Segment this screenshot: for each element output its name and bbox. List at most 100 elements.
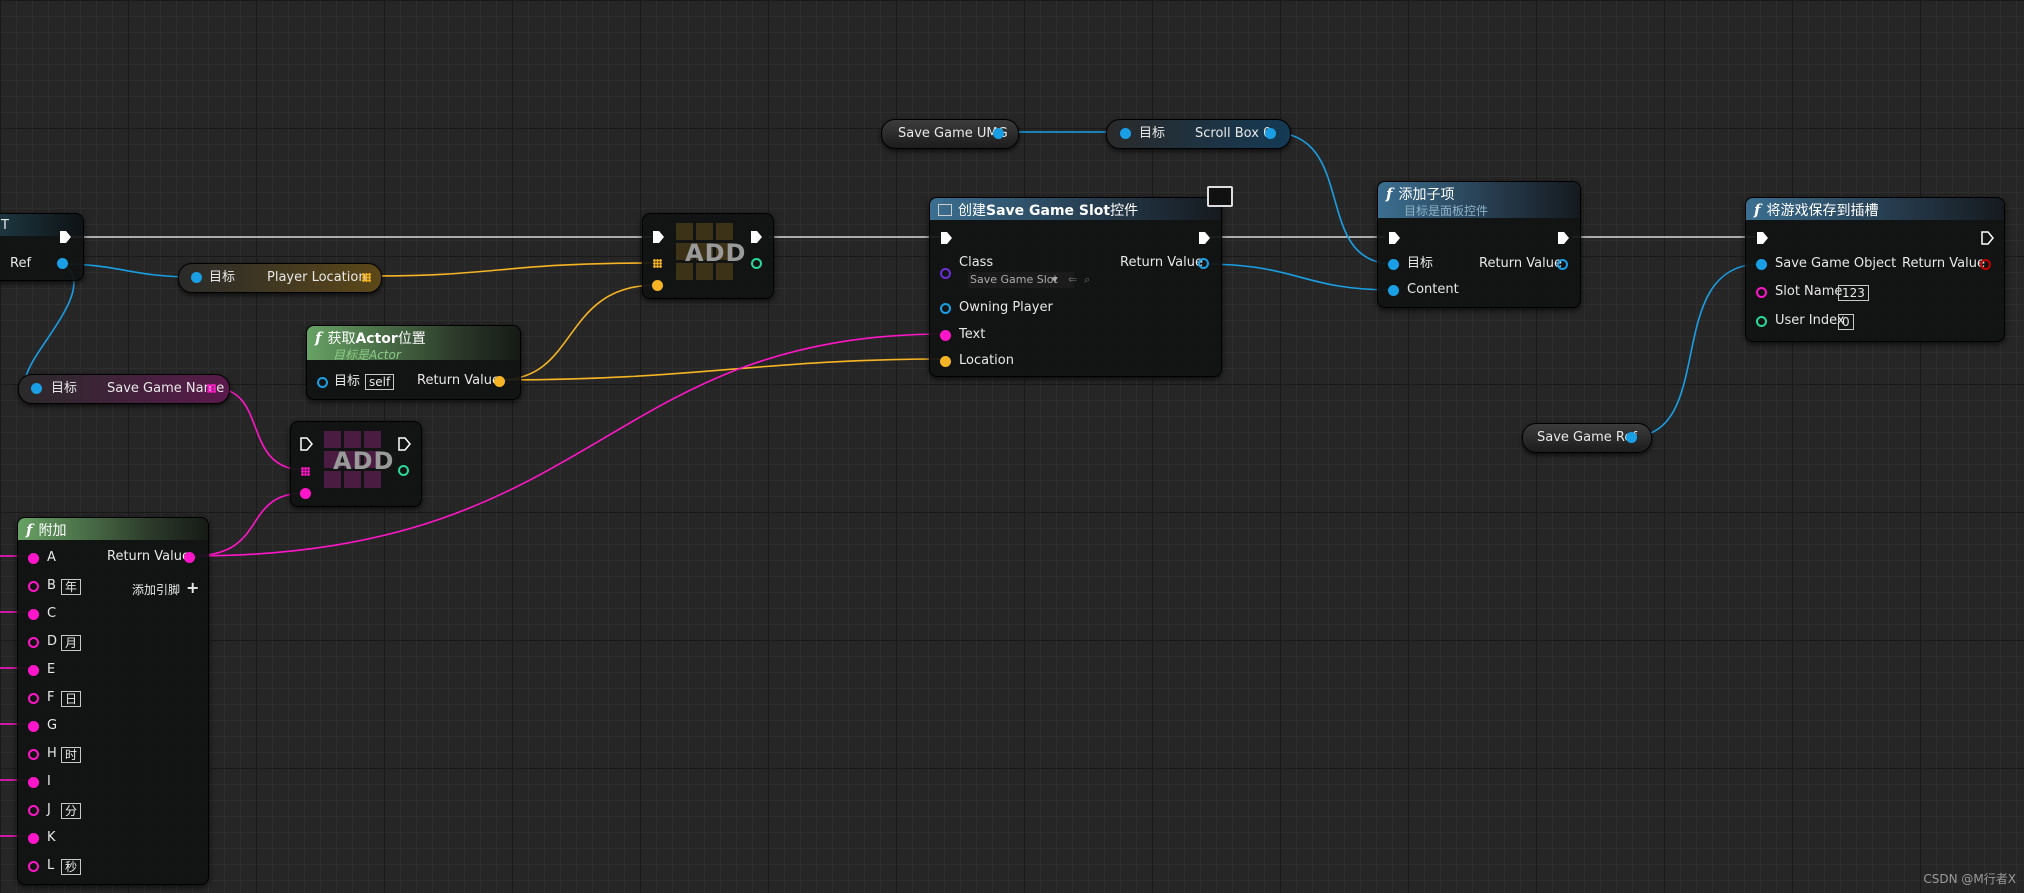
vector-array-pin[interactable] bbox=[362, 273, 371, 282]
int-out-pin[interactable] bbox=[751, 258, 762, 269]
append-in-pin[interactable] bbox=[28, 693, 39, 704]
append-pin-value[interactable]: 月 bbox=[61, 635, 82, 651]
location-label: Location bbox=[959, 353, 1014, 368]
node-title: T bbox=[1, 218, 9, 233]
save-game-name-getter[interactable]: 目标 Save Game Name bbox=[18, 374, 230, 404]
variable-name: Scroll Box 0 bbox=[1195, 126, 1272, 141]
object-out-pin[interactable] bbox=[1265, 128, 1276, 139]
array-add-vector-node[interactable]: ADD bbox=[642, 213, 774, 299]
node-title: 获取Actor位置 bbox=[327, 331, 426, 347]
object-out-pin[interactable] bbox=[1198, 258, 1209, 269]
exec-out-pin[interactable] bbox=[1197, 231, 1211, 245]
object-out-pin[interactable] bbox=[993, 128, 1004, 139]
append-pin-value[interactable]: 日 bbox=[61, 691, 82, 707]
exec-out-pin[interactable] bbox=[1556, 231, 1570, 245]
bool-out-pin[interactable] bbox=[1980, 259, 1991, 270]
save-game-umg-getter[interactable]: Save Game UMG bbox=[881, 119, 1019, 149]
create-widget-node[interactable]: 创建Save Game Slot控件 Class Save Game Slot … bbox=[929, 186, 1233, 377]
save-game-to-slot-node[interactable]: f 将游戏保存到插槽 Save Game Object Return Value … bbox=[1745, 197, 2005, 342]
class-in-pin[interactable] bbox=[940, 268, 951, 279]
append-pin-value[interactable]: 时 bbox=[61, 747, 82, 763]
user-index-in-pin[interactable] bbox=[1756, 316, 1767, 327]
add-pin-label[interactable]: 添加引脚 bbox=[132, 582, 180, 598]
exec-in-pin[interactable] bbox=[299, 437, 313, 451]
target-in-pin[interactable] bbox=[1388, 259, 1399, 270]
variable-name: Player Location bbox=[267, 270, 367, 285]
append-pin-value[interactable]: 分 bbox=[61, 803, 82, 819]
append-in-pin[interactable] bbox=[28, 805, 39, 816]
save-game-ref-getter[interactable]: Save Game Ref bbox=[1522, 423, 1652, 453]
plus-icon[interactable]: + bbox=[186, 580, 199, 596]
append-in-pin[interactable] bbox=[28, 637, 39, 648]
text-in-pin[interactable] bbox=[940, 330, 951, 341]
append-in-pin[interactable] bbox=[28, 553, 39, 564]
append-pin-value[interactable]: 秒 bbox=[61, 859, 82, 875]
append-in-pin[interactable] bbox=[28, 665, 39, 676]
exec-in-pin[interactable] bbox=[1387, 231, 1401, 245]
vector-out-pin[interactable] bbox=[494, 376, 505, 387]
string-array-pin[interactable] bbox=[207, 384, 216, 393]
append-in-pin[interactable] bbox=[28, 721, 39, 732]
slot-name-in-pin[interactable] bbox=[1756, 287, 1767, 298]
string-array-in-pin[interactable] bbox=[301, 467, 310, 476]
use-selected-icon[interactable]: ⇐ bbox=[1068, 272, 1077, 288]
target-label: 目标 bbox=[209, 270, 236, 285]
exec-out-pin[interactable] bbox=[58, 230, 72, 244]
append-in-pin[interactable] bbox=[28, 833, 39, 844]
exec-in-pin[interactable] bbox=[1755, 231, 1769, 245]
content-in-pin[interactable] bbox=[1388, 285, 1399, 296]
target-in-pin[interactable] bbox=[191, 272, 202, 283]
object-out-pin[interactable] bbox=[57, 258, 68, 269]
exec-out-pin[interactable] bbox=[749, 230, 763, 244]
save-object-label: Save Game Object bbox=[1775, 256, 1897, 271]
chevron-down-icon[interactable]: ▾ bbox=[1052, 272, 1058, 288]
append-pin-label: H bbox=[47, 746, 57, 761]
variable-name: Save Game UMG bbox=[898, 126, 1008, 141]
append-in-pin[interactable] bbox=[28, 609, 39, 620]
append-pin-label: K bbox=[47, 830, 56, 845]
class-label: Class bbox=[959, 255, 994, 270]
owning-player-in-pin[interactable] bbox=[940, 303, 951, 314]
exec-out-pin[interactable] bbox=[1980, 231, 1994, 245]
variable-name: Save Game Ref bbox=[1537, 430, 1637, 445]
vector-array-in-pin[interactable] bbox=[653, 259, 662, 268]
target-label: 目标 bbox=[334, 374, 361, 389]
slot-name-field[interactable]: 123 bbox=[1838, 285, 1869, 301]
target-default-value[interactable]: self bbox=[365, 374, 395, 390]
append-pin-value[interactable]: 年 bbox=[61, 579, 82, 595]
append-pin-label: F bbox=[47, 690, 55, 705]
scroll-box-getter[interactable]: 目标 Scroll Box 0 bbox=[1106, 119, 1291, 149]
append-in-pin[interactable] bbox=[28, 861, 39, 872]
save-object-in-pin[interactable] bbox=[1756, 259, 1767, 270]
array-add-string-node[interactable]: ADD bbox=[290, 421, 422, 507]
location-in-pin[interactable] bbox=[940, 356, 951, 367]
object-out-pin[interactable] bbox=[1626, 432, 1637, 443]
append-in-pin[interactable] bbox=[28, 777, 39, 788]
watermark: CSDN @M行者X bbox=[1923, 872, 2016, 886]
slot-name-label: Slot Name bbox=[1775, 284, 1843, 299]
object-out-pin[interactable] bbox=[1557, 259, 1568, 270]
exec-out-pin[interactable] bbox=[397, 437, 411, 451]
int-out-pin[interactable] bbox=[398, 465, 409, 476]
widget-icon bbox=[938, 204, 952, 216]
vector-item-in-pin[interactable] bbox=[652, 280, 663, 291]
append-in-pin[interactable] bbox=[28, 581, 39, 592]
append-node[interactable]: f 附加 Return Value 添加引脚 + AB年CD月EF日GH时IJ分K… bbox=[17, 517, 209, 885]
node-left-partial[interactable]: T Ref bbox=[0, 213, 84, 281]
function-icon: f bbox=[1386, 185, 1393, 203]
exec-in-pin[interactable] bbox=[651, 230, 665, 244]
add-child-node[interactable]: f 添加子项 目标是面板控件 目标 Return Value Content bbox=[1377, 181, 1581, 308]
return-label: Return Value bbox=[1902, 256, 1985, 271]
target-in-pin[interactable] bbox=[31, 383, 42, 394]
target-in-pin[interactable] bbox=[1120, 128, 1131, 139]
target-in-pin[interactable] bbox=[317, 377, 328, 388]
user-index-field[interactable]: 0 bbox=[1838, 314, 1854, 330]
function-icon: f bbox=[26, 521, 33, 539]
string-item-in-pin[interactable] bbox=[300, 488, 311, 499]
player-location-getter[interactable]: 目标 Player Location bbox=[178, 263, 382, 293]
append-in-pin[interactable] bbox=[28, 749, 39, 760]
get-actor-location-node[interactable]: f 获取Actor位置 目标是Actor 目标 self Return Value bbox=[306, 325, 521, 400]
browse-icon[interactable]: ⌕ bbox=[1084, 272, 1090, 288]
exec-in-pin[interactable] bbox=[939, 231, 953, 245]
string-out-pin[interactable] bbox=[184, 552, 195, 563]
